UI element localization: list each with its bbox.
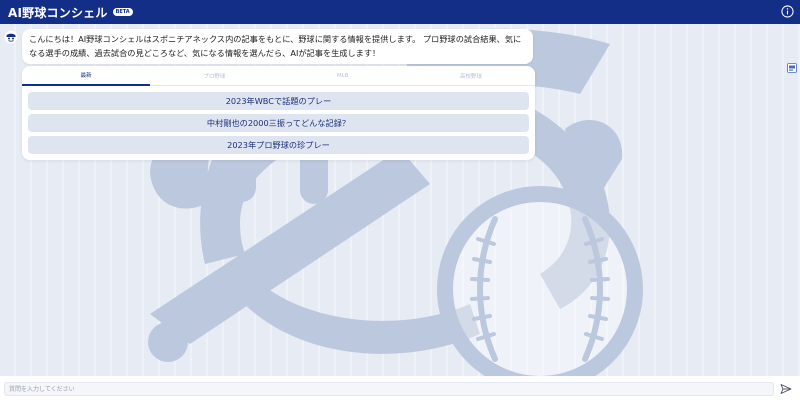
app-title: AI野球コンシェル <box>8 5 108 20</box>
chat-input-bar <box>0 376 800 402</box>
suggestion-list: 2023年WBCで話題のプレー 中村剛也の2000三振ってどんな記録？ 2023… <box>28 92 529 158</box>
app-header: AI野球コンシェル BETA <box>0 0 800 24</box>
send-icon[interactable] <box>780 383 792 395</box>
bot-greeting-message: こんにちは！AI野球コンシェルはスポニチアネックス内の記事をもとに、野球に関する… <box>22 29 533 64</box>
suggestion-card: 最新 プロ野球 MLB 高校野球 2023年WBCで話題のプレー 中村剛也の20… <box>22 66 535 160</box>
suggestion-button[interactable]: 2023年プロ野球の珍プレー <box>28 136 529 154</box>
beta-badge: BETA <box>112 8 133 16</box>
info-circle-icon[interactable] <box>781 5 794 18</box>
tab-pro-baseball[interactable]: プロ野球 <box>150 66 279 86</box>
suggestion-button[interactable]: 中村剛也の2000三振ってどんな記録？ <box>28 114 529 132</box>
bot-avatar-icon <box>4 30 18 44</box>
suggestion-button[interactable]: 2023年WBCで話題のプレー <box>28 92 529 110</box>
question-input[interactable] <box>4 382 774 396</box>
floating-widget-icon[interactable] <box>787 63 797 73</box>
category-tabs: 最新 プロ野球 MLB 高校野球 <box>22 66 535 86</box>
tab-high-school-baseball[interactable]: 高校野球 <box>406 66 535 86</box>
tab-latest[interactable]: 最新 <box>22 66 151 86</box>
tab-mlb[interactable]: MLB <box>278 66 407 86</box>
